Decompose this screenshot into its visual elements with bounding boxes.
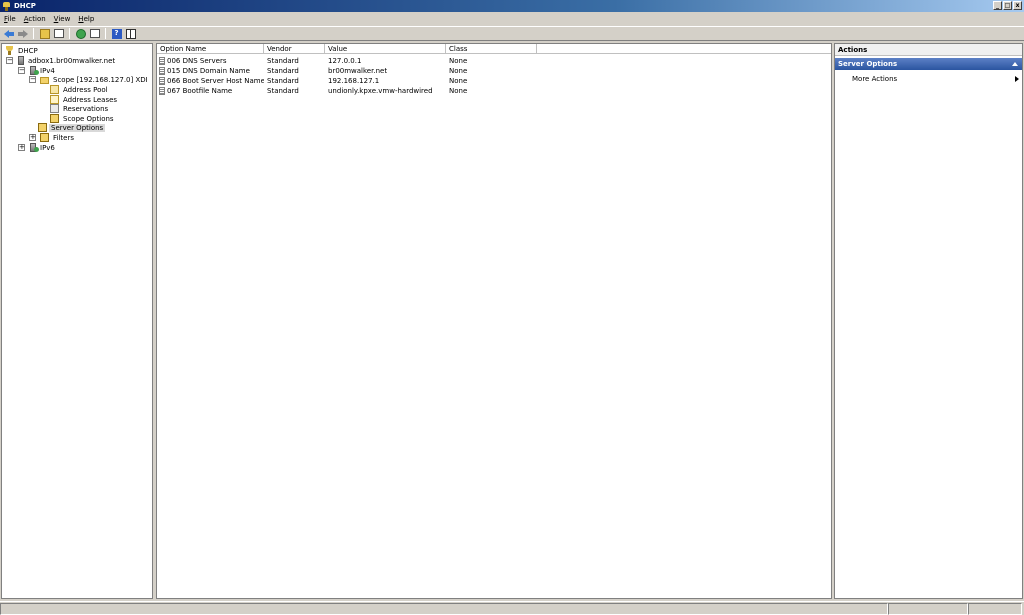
restore-button[interactable]: □	[1003, 1, 1012, 10]
help-button[interactable]: ?	[110, 27, 123, 40]
refresh-icon	[75, 28, 86, 39]
tree-node-dhcp[interactable]: DHCP	[5, 46, 40, 55]
help-icon: ?	[111, 28, 122, 39]
export-list-button[interactable]	[88, 27, 101, 40]
menu-view[interactable]: View	[54, 15, 71, 23]
tree-node-scope-options[interactable]: Scope Options	[50, 114, 116, 123]
reservations-icon	[50, 104, 59, 113]
filters-icon	[40, 133, 49, 142]
status-bar	[0, 601, 1024, 615]
tree-node-scope[interactable]: Scope [192.168.127.0] XDI	[40, 75, 150, 84]
back-icon	[3, 29, 14, 38]
console-tree[interactable]: DHCP − adbox1.br00mwalker.net − IPv4 − S…	[1, 43, 153, 599]
status-segment	[888, 603, 968, 615]
more-actions-item[interactable]: More Actions	[835, 74, 1022, 85]
toolbar-separator	[33, 28, 34, 39]
tree-node-reservations[interactable]: Reservations	[50, 104, 110, 113]
scope-folder-icon	[40, 77, 49, 84]
menu-file[interactable]: File	[4, 15, 16, 23]
column-header-value[interactable]: Value	[325, 44, 446, 54]
ipv6-icon	[30, 143, 39, 152]
collapse-icon[interactable]: −	[29, 76, 36, 83]
title-bar: DHCP _ □ x	[0, 0, 1024, 12]
tree-node-filters[interactable]: Filters	[40, 133, 76, 142]
back-button[interactable]	[2, 27, 15, 40]
more-actions-label: More Actions	[852, 75, 898, 83]
tree-node-ipv4[interactable]: IPv4	[29, 66, 57, 75]
show-hide-tree-button[interactable]	[52, 27, 65, 40]
actions-pane: Actions Server Options More Actions	[834, 43, 1023, 599]
show-hide-tree-icon	[53, 29, 64, 38]
ipv4-icon	[30, 66, 39, 75]
export-list-icon	[89, 29, 100, 38]
dhcp-icon	[5, 46, 14, 55]
option-icon	[159, 87, 165, 95]
column-header-vendor[interactable]: Vendor	[264, 44, 325, 54]
status-segment	[968, 603, 1022, 615]
option-icon	[159, 57, 165, 65]
address-leases-icon	[50, 95, 59, 104]
dhcp-app-icon	[2, 1, 11, 11]
collapse-icon[interactable]: −	[18, 67, 25, 74]
status-segment	[0, 603, 888, 615]
toolbar: ?	[0, 26, 1024, 41]
collapse-section-icon[interactable]	[1012, 62, 1018, 66]
minimize-button[interactable]: _	[993, 1, 1002, 10]
tree-node-address-leases[interactable]: Address Leases	[50, 95, 119, 104]
menu-bar: File Action View Help	[0, 13, 1024, 25]
tree-node-server-options[interactable]: Server Options	[38, 123, 106, 132]
scope-options-icon	[50, 114, 59, 123]
menu-action[interactable]: Action	[24, 15, 46, 23]
column-header-option-name[interactable]: Option Name	[157, 44, 264, 54]
actions-section-server-options[interactable]: Server Options	[835, 58, 1022, 70]
menu-help[interactable]: Help	[78, 15, 94, 23]
expand-icon[interactable]: +	[29, 134, 36, 141]
submenu-arrow-icon	[1015, 76, 1019, 82]
expand-icon[interactable]: +	[18, 144, 25, 151]
actions-header: Actions	[835, 44, 1022, 56]
toolbar-separator	[105, 28, 106, 39]
refresh-button[interactable]	[74, 27, 87, 40]
forward-icon	[17, 29, 28, 38]
tree-node-server[interactable]: adbox1.br00mwalker.net	[17, 56, 117, 65]
toolbar-separator	[69, 28, 70, 39]
option-icon	[159, 67, 165, 75]
tree-node-address-pool[interactable]: Address Pool	[50, 85, 110, 94]
table-row[interactable]: 006 DNS Servers Standard 127.0.0.1 None	[157, 56, 537, 66]
window-title: DHCP	[14, 2, 36, 10]
table-row[interactable]: 067 Bootfile Name Standard undionly.kpxe…	[157, 86, 537, 96]
table-row[interactable]: 015 DNS Domain Name Standard br00mwalker…	[157, 66, 537, 76]
up-level-icon	[39, 28, 50, 39]
close-button[interactable]: x	[1013, 1, 1022, 10]
server-options-icon	[38, 123, 47, 132]
tree-node-ipv6[interactable]: IPv6	[29, 143, 57, 152]
actions-section-title: Server Options	[838, 60, 898, 68]
list-header: Option Name Vendor Value Class	[157, 44, 831, 54]
option-icon	[159, 77, 165, 85]
server-icon	[18, 56, 24, 65]
table-row[interactable]: 066 Boot Server Host Name Standard 192.1…	[157, 76, 537, 86]
show-hide-action-pane-icon	[125, 28, 136, 39]
show-hide-action-pane-button[interactable]	[124, 27, 137, 40]
collapse-icon[interactable]: −	[6, 57, 13, 64]
up-level-button[interactable]	[38, 27, 51, 40]
address-pool-icon	[50, 85, 59, 94]
column-header-class[interactable]: Class	[446, 44, 537, 54]
options-list[interactable]: Option Name Vendor Value Class 006 DNS S…	[156, 43, 832, 599]
window-controls: _ □ x	[993, 1, 1022, 10]
forward-button[interactable]	[16, 27, 29, 40]
